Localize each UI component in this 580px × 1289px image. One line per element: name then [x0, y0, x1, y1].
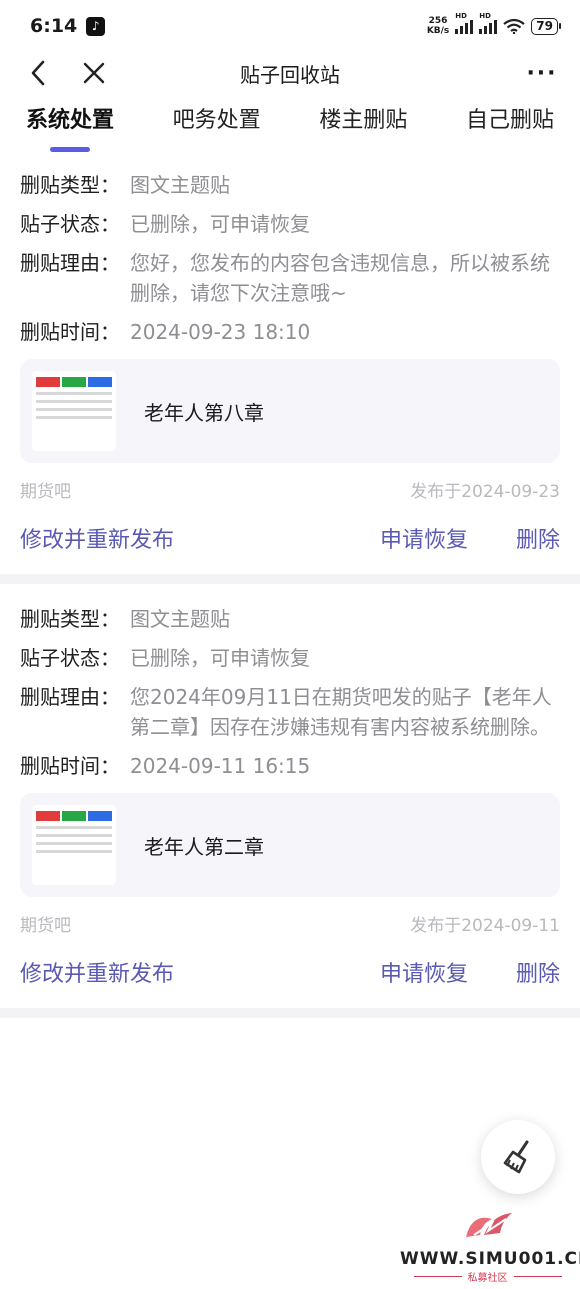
watermark-subtitle: 私募社区: [400, 1269, 575, 1284]
divider: [0, 1008, 580, 1018]
delete-type-label: 删贴类型：: [20, 607, 120, 631]
delete-type-label: 删贴类型：: [20, 173, 120, 197]
status-icons: 256 KB/s HD HD 79: [427, 12, 561, 36]
divider: [0, 574, 580, 584]
post-status-value: 已删除，可申请恢复: [130, 212, 310, 236]
post-meta: 期货吧 发布于2024-09-23: [20, 477, 560, 502]
delete-reason-row: 删贴理由： 您2024年09月11日在期货吧发的贴子【老年人第二章】因存在涉嫌违…: [20, 682, 560, 742]
tab-system[interactable]: 系统处置: [26, 102, 114, 152]
back-button[interactable]: [20, 55, 56, 91]
delete-time-label: 删贴时间：: [20, 754, 120, 778]
wifi-icon: [503, 18, 525, 34]
chevron-left-icon: [31, 60, 45, 86]
publish-date: 发布于2024-09-11: [410, 916, 560, 936]
tiktok-icon: ♪: [86, 16, 106, 36]
delete-time-value: 2024-09-11 16:15: [130, 754, 311, 778]
post-status-row: 贴子状态： 已删除，可申请恢复: [20, 209, 560, 239]
deleted-post-card: 删贴类型： 图文主题贴 贴子状态： 已删除，可申请恢复 删贴理由： 您2024年…: [0, 584, 580, 1008]
signal-hd-label-2: HD: [479, 12, 491, 20]
clean-button[interactable]: [481, 1120, 555, 1194]
tab-bar: 系统处置 吧务处置 楼主删贴 自己删贴: [0, 94, 580, 158]
request-restore-button[interactable]: 申请恢复: [380, 522, 468, 554]
status-time: 6:14: [30, 15, 78, 37]
watermark-logo: [465, 1213, 512, 1237]
broom-icon: [503, 1140, 529, 1174]
deleted-post-card: 删贴类型： 图文主题贴 贴子状态： 已删除，可申请恢复 删贴理由： 您好，您发布…: [0, 158, 580, 574]
network-speed: 256 KB/s: [427, 16, 449, 36]
delete-time-row: 删贴时间： 2024-09-23 18:10: [20, 317, 560, 347]
delete-reason-value: 您好，您发布的内容包含违规信息，所以被系统删除，请您下次注意哦~: [130, 251, 550, 305]
watermark-url: WWW.SIMU001.CN: [400, 1249, 580, 1269]
post-preview[interactable]: 老年人第八章: [20, 359, 560, 463]
edit-republish-button[interactable]: 修改并重新发布: [20, 522, 174, 554]
nav-bar: 贴子回收站 ···: [0, 52, 580, 94]
delete-time-value: 2024-09-23 18:10: [130, 320, 311, 344]
delete-type-value: 图文主题贴: [130, 173, 230, 197]
watermark: WWW.SIMU001.CN 私募社区: [400, 1205, 580, 1284]
close-button[interactable]: [76, 55, 112, 91]
signal-hd-label: HD: [455, 12, 467, 20]
delete-reason-label: 删贴理由：: [20, 685, 120, 709]
post-status-row: 贴子状态： 已删除，可申请恢复: [20, 643, 560, 673]
tab-moderator[interactable]: 吧务处置: [173, 102, 261, 134]
post-thumbnail: [32, 805, 116, 885]
forum-name: 期货吧: [20, 916, 71, 936]
close-icon: [83, 62, 105, 84]
delete-reason-value: 您2024年09月11日在期货吧发的贴子【老年人第二章】因存在涉嫌违规有害内容被…: [130, 685, 552, 739]
delete-time-label: 删贴时间：: [20, 320, 120, 344]
more-options-button[interactable]: ···: [524, 55, 560, 91]
delete-reason-label: 删贴理由：: [20, 251, 120, 275]
status-bar: 6:14 ♪ 256 KB/s HD HD 79: [0, 0, 580, 52]
post-status-value: 已删除，可申请恢复: [130, 646, 310, 670]
network-speed-value: 256: [428, 16, 448, 26]
delete-reason-row: 删贴理由： 您好，您发布的内容包含违规信息，所以被系统删除，请您下次注意哦~: [20, 248, 560, 308]
post-actions: 修改并重新发布 申请恢复 删除: [20, 502, 560, 574]
request-restore-button[interactable]: 申请恢复: [380, 956, 468, 988]
network-speed-unit: KB/s: [426, 26, 450, 36]
tab-self-deleted[interactable]: 自己删贴: [466, 102, 554, 134]
delete-time-row: 删贴时间： 2024-09-11 16:15: [20, 751, 560, 781]
delete-button[interactable]: 删除: [516, 956, 560, 988]
publish-date: 发布于2024-09-23: [410, 482, 560, 502]
signal-icon-2: HD: [479, 12, 498, 34]
tab-owner-deleted[interactable]: 楼主删贴: [319, 102, 407, 134]
post-status-label: 贴子状态：: [20, 646, 120, 670]
battery-indicator: 79: [531, 17, 561, 35]
edit-republish-button[interactable]: 修改并重新发布: [20, 956, 174, 988]
post-actions: 修改并重新发布 申请恢复 删除: [20, 936, 560, 1008]
post-meta: 期货吧 发布于2024-09-11: [20, 911, 560, 936]
post-title: 老年人第二章: [144, 834, 264, 859]
post-status-label: 贴子状态：: [20, 212, 120, 236]
post-thumbnail: [32, 371, 116, 451]
forum-name: 期货吧: [20, 482, 71, 502]
post-title: 老年人第八章: [144, 400, 264, 425]
delete-button[interactable]: 删除: [516, 522, 560, 554]
signal-icon: HD: [455, 12, 474, 34]
delete-type-row: 删贴类型： 图文主题贴: [20, 604, 560, 634]
post-preview[interactable]: 老年人第二章: [20, 793, 560, 897]
delete-type-row: 删贴类型： 图文主题贴: [20, 170, 560, 200]
delete-type-value: 图文主题贴: [130, 607, 230, 631]
